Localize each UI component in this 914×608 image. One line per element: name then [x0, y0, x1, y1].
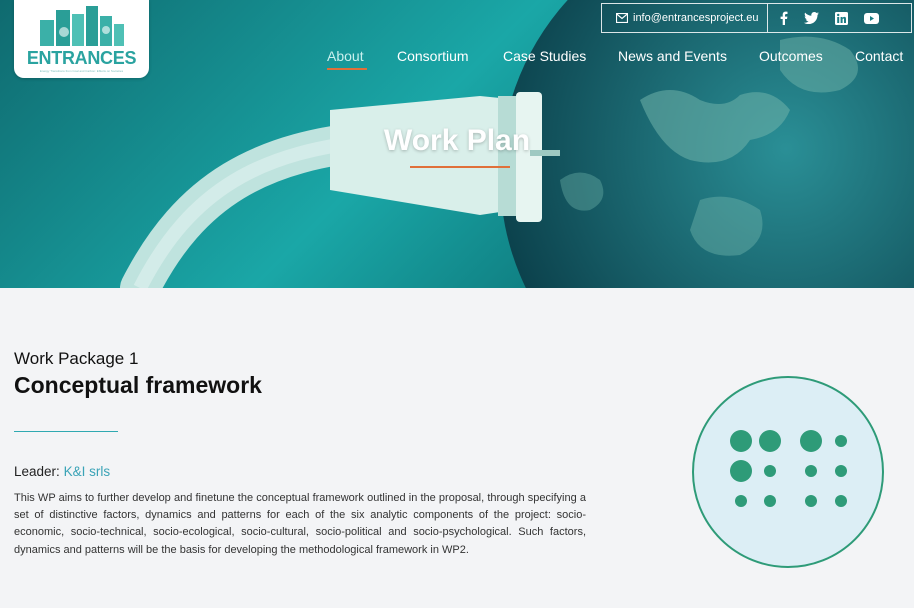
social-links [768, 11, 879, 25]
title-divider [410, 166, 510, 168]
youtube-icon[interactable] [863, 12, 879, 24]
logo-buildings-icon [40, 6, 124, 46]
email-text: info@entrancesproject.eu [633, 12, 759, 24]
nav-item-about[interactable]: About [327, 48, 364, 64]
nav-item-consortium[interactable]: Consortium [397, 48, 469, 64]
leader-line: Leader: K&I srls [14, 464, 110, 479]
work-package-dots-icon [692, 376, 884, 568]
facebook-icon[interactable] [780, 11, 788, 25]
work-package-description: This WP aims to further develop and fine… [14, 492, 586, 556]
twitter-icon[interactable] [803, 12, 819, 24]
leader-label: Leader: [14, 464, 60, 479]
linkedin-icon[interactable] [834, 11, 848, 25]
topbar: info@entrancesproject.eu [601, 3, 912, 33]
hero-banner: ENTRANCES Energy Transitions from Coal a… [0, 0, 914, 288]
work-package-title: Conceptual framework [14, 372, 262, 398]
envelope-icon [616, 13, 628, 23]
main-nav: About Consortium Case Studies News and E… [0, 48, 914, 70]
leader-link[interactable]: K&I srls [64, 464, 111, 479]
nav-item-news-and-events[interactable]: News and Events [618, 48, 727, 64]
work-package-label: Work Package 1 [14, 349, 139, 368]
section-divider [14, 431, 118, 432]
nav-item-case-studies[interactable]: Case Studies [503, 48, 586, 64]
nav-item-contact[interactable]: Contact [855, 48, 903, 64]
page-title: Work Plan [383, 124, 531, 157]
nav-item-outcomes[interactable]: Outcomes [759, 48, 823, 64]
nav-active-indicator [327, 68, 367, 70]
logo-tagline: Energy Transitions from Coal and Carbon:… [39, 69, 124, 73]
email-link[interactable]: info@entrancesproject.eu [602, 4, 768, 32]
